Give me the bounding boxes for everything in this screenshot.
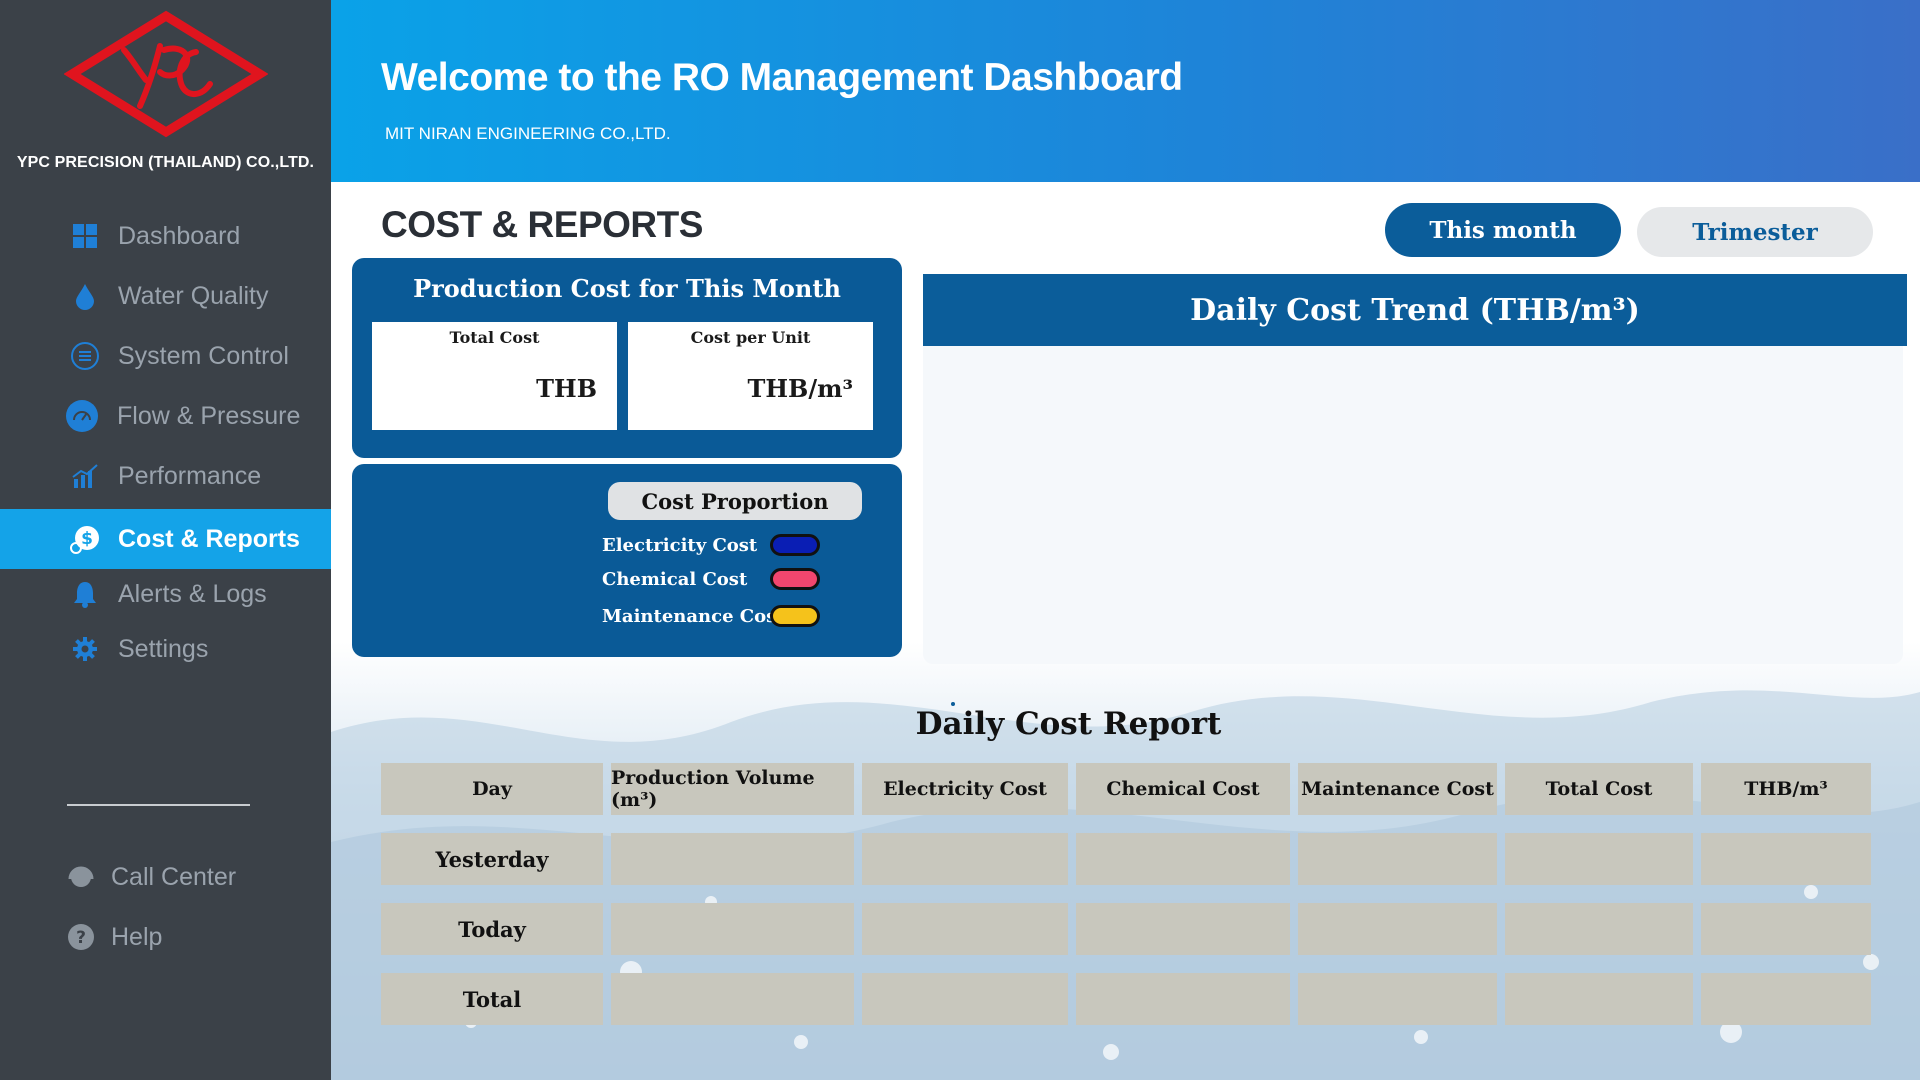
headset-icon [67,863,95,891]
gear-icon [70,634,100,664]
table-cell [1076,903,1290,955]
sidebar-item-label: Water Quality [118,281,269,310]
daily-cost-trend-header: Daily Cost Trend (THB/m³) [923,274,1907,346]
gauge-icon [65,399,99,433]
table-cell [1505,903,1693,955]
legend-swatch-electricity [770,534,820,556]
legend-label: Electricity Cost [602,534,758,556]
production-cost-title: Production Cost for This Month [413,274,841,303]
page-title: COST & REPORTS [381,204,703,245]
table-header-cell: Day [381,763,603,815]
table-cell [1701,903,1871,955]
cost-proportion-card: Cost Proportion Electricity Cost Chemica… [352,464,902,657]
table-cell [1701,973,1871,1025]
money-icon: $ [70,524,100,554]
grid-icon [70,221,100,251]
sidebar-item-water-quality[interactable]: Water Quality [0,266,331,326]
table-cell [862,903,1068,955]
sidebar-item-dashboard[interactable]: Dashboard [0,206,331,266]
daily-cost-report-title: Daily Cost Report [915,706,1222,742]
table-cell [1076,833,1290,885]
table-cell [862,833,1068,885]
table-cell [1076,973,1290,1025]
cost-proportion-title: Cost Proportion [608,482,862,520]
table-header-cell: Maintenance Cost [1298,763,1497,815]
sidebar-item-call-center[interactable]: Call Center [0,852,331,902]
sidebar-item-performance[interactable]: Performance [0,446,331,506]
table-cell [611,833,854,885]
table-header-cell: Production Volume (m³) [611,763,854,815]
legend-swatch-chemical [770,568,820,590]
sidebar-item-settings[interactable]: Settings [0,619,331,679]
sidebar-item-alerts-logs[interactable]: Alerts & Logs [0,564,331,624]
ypc-logo [64,10,268,138]
table-header-cell: Chemical Cost [1076,763,1290,815]
sidebar-item-system-control[interactable]: System Control [0,326,331,386]
sidebar-item-cost-reports[interactable]: $ Cost & Reports [0,509,331,569]
sidebar-item-label: Settings [118,634,209,663]
table-header-cell: Total Cost [1505,763,1693,815]
total-cost-unit: THB [536,374,597,403]
water-drop-icon [70,281,100,311]
total-cost-box: Total Cost THB [372,322,617,430]
sidebar-item-label: Flow & Pressure [117,401,301,430]
bell-icon [70,579,100,609]
sidebar-item-label: Dashboard [118,221,241,250]
cost-per-unit-label: Cost per Unit [690,328,811,347]
table-cell [1298,973,1497,1025]
total-cost-label: Total Cost [449,328,540,347]
trimester-button[interactable]: Trimester [1637,207,1873,257]
main-content: COST & REPORTS This month Trimester Prod… [331,182,1920,1080]
sidebar-item-label: Help [111,922,163,951]
table-header-cell: Electricity Cost [862,763,1068,815]
production-cost-card: Production Cost for This Month Total Cos… [352,258,902,458]
company-name: YPC PRECISION (THAILAND) CO.,LTD. [16,154,315,171]
header-title: Welcome to the RO Management Dashboard [381,56,1183,99]
table-cell [1701,833,1871,885]
table-row-label: Yesterday [381,833,603,885]
header-subtitle: MIT NIRAN ENGINEERING CO.,LTD. [385,124,671,143]
sidebar-item-label: Cost & Reports [118,524,300,553]
help-icon: ? [67,923,95,951]
legend-swatch-maintenance [770,605,820,627]
legend-item-chemical: Chemical Cost [602,566,902,592]
table-cell [1505,833,1693,885]
cost-per-unit-unit: THB/m³ [747,374,854,403]
table-cell [611,973,854,1025]
sidebar-item-label: System Control [118,341,289,370]
legend-label: Chemical Cost [602,568,748,590]
svg-text:?: ? [76,928,86,948]
legend-label: Maintenance Cost [602,605,785,627]
control-list-icon [70,341,100,371]
table-header-cell: THB/m³ [1701,763,1871,815]
svg-text:$: $ [81,529,93,549]
this-month-button[interactable]: This month [1385,203,1621,257]
chart-icon [70,461,100,491]
sidebar-item-flow-pressure[interactable]: Flow & Pressure [0,386,331,446]
sidebar-item-label: Alerts & Logs [118,579,267,608]
table-cell [862,973,1068,1025]
sidebar-item-help[interactable]: ? Help [0,912,331,962]
table-row-label: Today [381,903,603,955]
sidebar-divider [67,804,250,806]
header-banner: Welcome to the RO Management Dashboard M… [331,0,1920,182]
table-cell [1505,973,1693,1025]
table-cell [611,903,854,955]
sidebar: YPC PRECISION (THAILAND) CO.,LTD. Dashbo… [0,0,331,1080]
table-cell [1298,903,1497,955]
table-row-label: Total [381,973,603,1025]
table-cell [1298,833,1497,885]
legend-item-electricity: Electricity Cost [602,532,902,558]
legend-item-maintenance: Maintenance Cost [602,603,902,629]
sidebar-item-label: Call Center [111,862,237,891]
daily-cost-trend-chart-area [923,346,1903,706]
cost-per-unit-box: Cost per Unit THB/m³ [628,322,873,430]
sidebar-item-label: Performance [118,461,262,490]
